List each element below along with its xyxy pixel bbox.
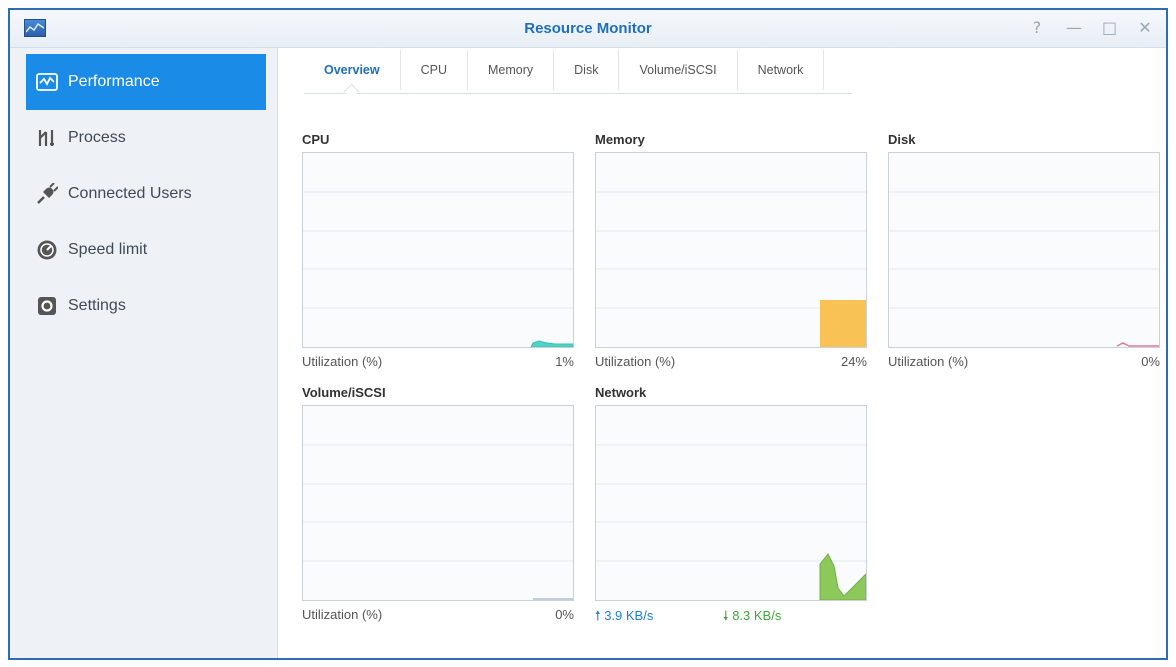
volume-graph-svg [303,444,573,600]
minimize-button[interactable]: — [1066,18,1082,38]
speedometer-icon [36,239,58,261]
cpu-panel-title: CPU [302,132,330,147]
network-panel-title: Network [595,385,647,400]
volume-panel-title: Volume/iSCSI [302,385,386,400]
sidebar-item-speed-limit[interactable]: Speed limit [26,222,266,278]
volume-panel: Volume/iSCSI Utilization (%) 0% [302,385,574,629]
memory-utilization-label: Utilization (%) [595,354,676,369]
sidebar: Performance Process Connected Users Spee… [10,48,278,658]
disk-utilization-label: Utilization (%) [888,354,969,369]
volume-utilization-value: 0% [555,607,574,622]
cpu-usage-area [530,340,573,347]
tab-overview[interactable]: Overview [304,50,401,90]
disk-utilization-value: 0% [1141,354,1160,369]
volume-graph [302,405,574,601]
sidebar-item-label: Performance [68,73,160,90]
download-rate-value: 8.3 KB/s [732,608,782,623]
memory-usage-bar [820,300,866,347]
title-bar: Resource Monitor ? — □ ✕ [10,10,1166,48]
sidebar-item-label: Speed limit [68,241,148,258]
performance-icon [36,71,58,93]
network-download-rate: 🠗 8.3 KB/s [723,607,781,629]
resource-monitor-window: Resource Monitor ? — □ ✕ Performance Pro… [8,8,1168,660]
plug-icon [36,182,59,205]
cpu-utilization-value: 1% [555,354,574,369]
cpu-utilization-label: Utilization (%) [302,354,383,369]
download-arrow-icon: 🠗 [723,608,729,623]
network-panel: Network 🠕 3.9 KB/s 🠗 8.3 KB/s [595,385,867,629]
sidebar-item-settings[interactable]: Settings [26,278,266,334]
gear-icon [36,295,58,317]
sidebar-item-performance[interactable]: Performance [26,54,266,110]
cpu-graph-svg [303,191,573,347]
sidebar-item-connected-users[interactable]: Connected Users [26,166,266,222]
cpu-graph [302,152,574,348]
disk-usage-line [1116,342,1159,347]
memory-utilization-value: 24% [840,354,867,369]
disk-graph [888,152,1160,348]
memory-graph-svg [596,191,866,347]
maximize-button[interactable]: □ [1102,18,1117,38]
process-icon [36,127,58,149]
tab-volume-iscsi[interactable]: Volume/iSCSI [619,50,738,90]
sidebar-item-label: Process [68,129,126,146]
cpu-panel: CPU Utilization (%) 1% [302,132,574,376]
sidebar-item-process[interactable]: Process [26,110,266,166]
volume-utilization-label: Utilization (%) [302,607,383,622]
memory-panel: Memory Utilization (%) 24% [595,132,867,376]
upload-rate-value: 3.9 KB/s [604,608,654,623]
disk-graph-svg [889,191,1159,347]
network-upload-rate: 🠕 3.9 KB/s [595,607,653,629]
memory-panel-title: Memory [595,132,645,147]
memory-graph [595,152,867,348]
network-graph-svg [596,444,866,600]
close-button[interactable]: ✕ [1138,18,1152,38]
tab-memory[interactable]: Memory [468,50,555,90]
help-button[interactable]: ? [1030,18,1044,38]
tab-bar: Overview CPU Memory Disk Volume/iSCSI Ne… [304,48,852,94]
network-graph [595,405,867,601]
tab-disk[interactable]: Disk [554,50,620,90]
sidebar-item-label: Settings [68,297,126,314]
tab-cpu[interactable]: CPU [401,50,468,90]
disk-panel-title: Disk [888,132,916,147]
window-title: Resource Monitor [524,20,652,37]
tab-network[interactable]: Network [738,50,825,90]
disk-panel: Disk Utilization (%) 0% [888,132,1160,376]
upload-arrow-icon: 🠕 [595,608,601,623]
sidebar-item-label: Connected Users [68,185,192,202]
